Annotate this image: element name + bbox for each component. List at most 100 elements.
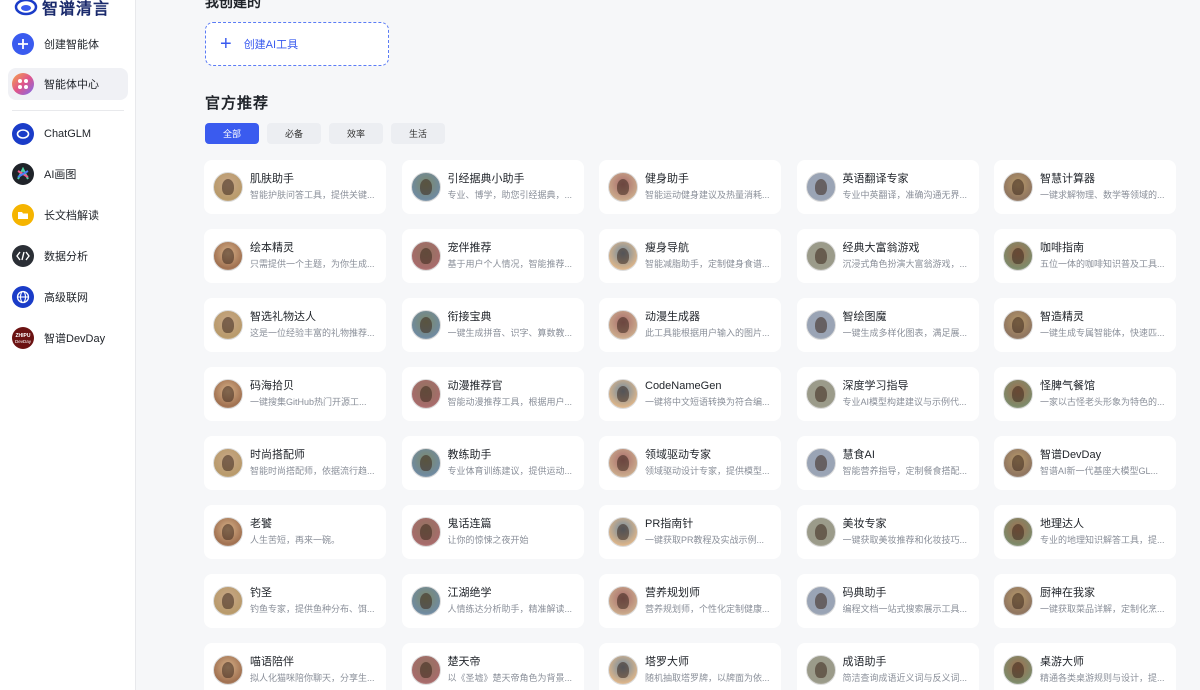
- agent-title: 慧食AI: [842, 449, 875, 461]
- agent-title: 喵语陪伴: [250, 656, 294, 668]
- filter-tab-efficiency[interactable]: 效率: [329, 123, 383, 144]
- agent-card[interactable]: 绘本精灵 只需提供一个主题，为你生成...: [204, 229, 386, 283]
- agent-card[interactable]: 钓圣 钓鱼专家，提供鱼种分布、饵...: [204, 574, 386, 628]
- agent-card[interactable]: 智选礼物达人 这是一位经验丰富的礼物推荐...: [204, 298, 386, 352]
- agent-card[interactable]: 江湖绝学 人情练达分析助手，精准解读...: [401, 574, 584, 628]
- agent-avatar: [608, 655, 638, 685]
- agent-card[interactable]: 码典助手 编程文档一站式搜索展示工具...: [796, 574, 979, 628]
- filter-tab-life[interactable]: 生活: [391, 123, 445, 144]
- agent-grid: 肌肤助手 智能护肤问答工具，提供关键... 引经据典小助手 专业、博学，助您引经据典，…: [204, 160, 1176, 690]
- agent-description: 简洁查询成语近义词与反义词...: [842, 673, 968, 683]
- agent-card[interactable]: 引经据典小助手 专业、博学，助您引经据典，...: [401, 160, 584, 214]
- agent-description: 沉浸式角色扮演大富翁游戏，...: [842, 259, 968, 269]
- sidebar-item-advanced-web[interactable]: 高级联网: [8, 281, 128, 313]
- agent-description: 钓鱼专家，提供鱼种分布、饵...: [250, 604, 375, 614]
- agent-description: 一家以古怪老头形象为特色的...: [1040, 397, 1165, 407]
- agent-card-text: 楚天帝 以《圣墟》楚天帝角色为背景...: [448, 655, 578, 685]
- agent-card[interactable]: 鬼话连篇 让你的惊悚之夜开始: [401, 505, 584, 559]
- agent-card[interactable]: 衔接宝典 一键生成拼音、识字、算数教...: [401, 298, 584, 352]
- agent-card[interactable]: 咖啡指南 五位一体的咖啡知识普及工具...: [994, 229, 1176, 283]
- agent-card-text: 老饕人生苦短，再来一碗。: [250, 517, 380, 547]
- globe-icon: [12, 286, 34, 308]
- agent-card[interactable]: 营养规划师 营养规划师，个性化定制健康...: [599, 574, 781, 628]
- agent-card[interactable]: 喵语陪伴 拟人化猫咪陪你聊天，分享生...: [204, 643, 386, 690]
- agent-description: 专业的地理知识解答工具，提...: [1040, 535, 1165, 545]
- agent-avatar: [410, 172, 441, 202]
- agent-card[interactable]: 厨神在我家 一键获取菜品详解，定制化烹...: [994, 574, 1176, 628]
- agent-card-text: 经典大富翁游戏 沉浸式角色扮演大富翁游戏，...: [843, 241, 973, 271]
- agent-card[interactable]: 老饕人生苦短，再来一碗。: [204, 505, 386, 559]
- agent-avatar: [1003, 379, 1033, 409]
- agent-card[interactable]: 时尚搭配师 智能时尚搭配师，依据流行趋...: [204, 436, 386, 490]
- agent-card-text: 喵语陪伴 拟人化猫咪陪你聊天，分享生...: [250, 655, 380, 685]
- agent-card-text: 深度学习指导 专业AI模型构建建议与示例代...: [843, 379, 973, 409]
- filter-tab-all[interactable]: 全部: [205, 123, 259, 144]
- agent-title: 美妆专家: [842, 518, 887, 530]
- agent-card[interactable]: 塔罗大师 随机抽取塔罗牌，以牌面为依...: [599, 643, 781, 690]
- agent-card[interactable]: 美妆专家 一键获取美妆推荐和化妆技巧...: [796, 505, 979, 559]
- agent-card[interactable]: 码海拾贝 一键搜集GitHub热门开源工...: [204, 367, 386, 421]
- agent-avatar: [608, 241, 638, 271]
- agent-card[interactable]: 肌肤助手 智能护肤问答工具，提供关键...: [204, 160, 386, 214]
- agent-avatar: [213, 586, 243, 616]
- agent-card[interactable]: 教练助手 专业体育训练建议，提供运动...: [401, 436, 584, 490]
- agent-card[interactable]: 经典大富翁游戏 沉浸式角色扮演大富翁游戏，...: [796, 229, 979, 283]
- agent-card-text: 咖啡指南 五位一体的咖啡知识普及工具...: [1040, 241, 1170, 271]
- agent-card[interactable]: 怪脾气餐馆 一家以古怪老头形象为特色的...: [994, 367, 1176, 421]
- agent-avatar: [1003, 517, 1033, 547]
- sidebar-item-chatglm[interactable]: ChatGLM: [8, 118, 128, 150]
- agent-card[interactable]: 慧食AI 智能营养指导，定制餐食搭配...: [796, 436, 979, 490]
- agent-avatar: [213, 517, 243, 547]
- agent-avatar: [1003, 310, 1033, 340]
- agent-description: 智能营养指导，定制餐食搭配...: [842, 466, 968, 476]
- agent-card[interactable]: 智绘图魔 一键生成多样化图表，满足展...: [796, 298, 979, 352]
- agent-card[interactable]: 智谱DevDay 智谱AI新一代基座大模型GL...: [994, 436, 1176, 490]
- sidebar-item-long-doc[interactable]: 长文档解读: [8, 199, 128, 231]
- agent-card-text: 肌肤助手 智能护肤问答工具，提供关键...: [250, 172, 380, 202]
- agent-card[interactable]: CodeNameGen 一键将中文短语转换为符合编...: [599, 367, 781, 421]
- create-ai-tool-button[interactable]: + 创建AI工具: [205, 22, 389, 66]
- agent-title: 桌游大师: [1040, 656, 1084, 668]
- agent-card[interactable]: 深度学习指导 专业AI模型构建建议与示例代...: [796, 367, 979, 421]
- sidebar-item-agent-center[interactable]: 智能体中心: [8, 68, 128, 100]
- agent-title: 营养规划师: [645, 587, 700, 599]
- agent-title: 码典助手: [842, 587, 887, 599]
- agent-card[interactable]: 地理达人 专业的地理知识解答工具，提...: [994, 505, 1176, 559]
- app-logo[interactable]: 智谱清言: [14, 0, 110, 18]
- sidebar-item-create-agent[interactable]: 创建智能体: [8, 28, 128, 60]
- agent-card[interactable]: 楚天帝 以《圣墟》楚天帝角色为背景...: [401, 643, 584, 690]
- agent-title: 老饕: [250, 518, 272, 530]
- agent-card[interactable]: 宠伴推荐 基于用户个人情况，智能推荐...: [401, 229, 584, 283]
- chatglm-logo-icon: [12, 123, 34, 145]
- agent-card[interactable]: PR指南针 一键获取PR教程及实战示例...: [599, 505, 781, 559]
- agent-description: 人生苦短，再来一碗。: [250, 535, 341, 545]
- agent-avatar: [805, 448, 836, 478]
- agent-card[interactable]: 成语助手 简洁查询成语近义词与反义词...: [796, 643, 979, 690]
- sidebar-item-label: 高级联网: [44, 292, 88, 304]
- agent-card[interactable]: 动漫生成器 此工具能根据用户输入的图片...: [599, 298, 781, 352]
- agent-avatar: [213, 241, 243, 271]
- agent-card[interactable]: 健身助手 智能运动健身建议及热量消耗...: [599, 160, 781, 214]
- agent-title: 肌肤助手: [250, 173, 294, 185]
- agent-title: 时尚搭配师: [250, 449, 305, 461]
- filter-tab-essential[interactable]: 必备: [267, 123, 321, 144]
- sidebar-item-data-analysis[interactable]: 数据分析: [8, 240, 128, 272]
- sidebar-item-devday[interactable]: ZHIPU DevDay 智谱DevDay: [8, 322, 128, 354]
- agent-title: 瘦身导航: [645, 242, 689, 254]
- agent-card[interactable]: 智造精灵 一键生成专属智能体，快速匹...: [994, 298, 1176, 352]
- agent-avatar: [608, 448, 638, 478]
- agent-title: PR指南针: [645, 518, 694, 530]
- sidebar-item-ai-draw[interactable]: AI画图: [8, 158, 128, 190]
- agent-card[interactable]: 智慧计算器 一键求解物理、数学等领域的...: [994, 160, 1176, 214]
- agent-card[interactable]: 英语翻译专家 专业中英翻译，准确沟通无界...: [796, 160, 979, 214]
- agent-title: 咖啡指南: [1040, 242, 1084, 254]
- agent-avatar: [608, 172, 638, 202]
- agent-card[interactable]: 桌游大师 精通各类桌游规则与设计，提...: [994, 643, 1176, 690]
- agent-avatar: [1003, 241, 1033, 271]
- agent-description: 专业、博学，助您引经据典，...: [447, 190, 573, 200]
- sidebar-item-label: 智能体中心: [44, 79, 99, 91]
- agent-card[interactable]: 动漫推荐官 智能动漫推荐工具，根据用户...: [401, 367, 584, 421]
- agent-card[interactable]: 瘦身导航 智能减脂助手，定制健身食谱...: [599, 229, 781, 283]
- agent-avatar: [410, 586, 441, 616]
- agent-card[interactable]: 领域驱动专家 领域驱动设计专家，提供模型...: [599, 436, 781, 490]
